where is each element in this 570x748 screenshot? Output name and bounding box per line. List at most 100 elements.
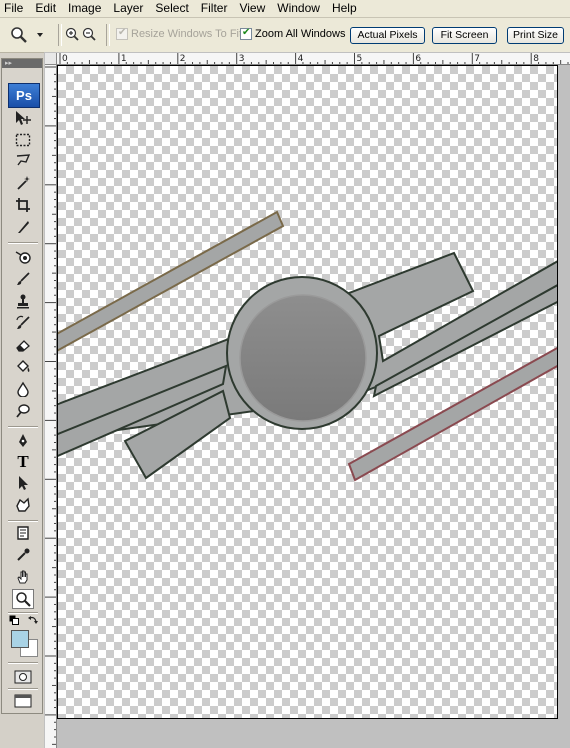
image-canvas[interactable]: [57, 65, 558, 719]
toolbox-divider: [8, 662, 38, 664]
hand-icon: [17, 570, 28, 584]
notes-tool[interactable]: [12, 523, 34, 543]
magic-wand-tool[interactable]: [12, 173, 34, 193]
eraser-tool[interactable]: [12, 335, 34, 355]
zoom-in-icon: [65, 27, 79, 41]
move-tool[interactable]: [12, 108, 34, 128]
ruler-label: 3: [239, 54, 245, 64]
dodge-tool[interactable]: [12, 401, 34, 421]
toolbox-divider: [8, 426, 38, 428]
zoom-tool[interactable]: [12, 589, 34, 609]
zoom-icon: [16, 592, 31, 607]
menu-window[interactable]: Window: [271, 0, 326, 17]
screen-mode-button[interactable]: [12, 691, 34, 711]
zoom-out-icon: [82, 27, 96, 41]
custom-shape-tool[interactable]: [12, 495, 34, 515]
menu-edit[interactable]: Edit: [29, 0, 62, 17]
foreground-color-swatch[interactable]: [11, 630, 29, 648]
fit-screen-button[interactable]: Fit Screen: [432, 27, 497, 44]
quick-mask-mode-button[interactable]: [12, 667, 34, 687]
zoom-out-button[interactable]: [82, 27, 96, 41]
lasso-tool[interactable]: [12, 151, 34, 171]
zoom-in-button[interactable]: [65, 27, 79, 41]
ruler-label: 2: [180, 54, 186, 64]
eyedropper-icon: [17, 548, 30, 561]
options-bar: ✔ Resize Windows To Fit ✔ Zoom All Windo…: [0, 18, 570, 53]
blur-icon: [17, 381, 29, 397]
lasso-icon: [16, 154, 31, 166]
menu-select[interactable]: Select: [149, 0, 194, 17]
menu-image[interactable]: Image: [62, 0, 107, 17]
ruler-label: 0: [62, 54, 68, 64]
crop-tool[interactable]: [12, 195, 34, 215]
notes-icon: [17, 526, 29, 540]
check-icon: ✔: [242, 27, 251, 38]
marquee-tool[interactable]: [12, 130, 34, 150]
checkbox-box: ✔: [240, 27, 252, 40]
options-separator: [106, 24, 110, 46]
marquee-icon: [15, 133, 31, 147]
ruler-label: 8: [533, 54, 539, 64]
history-brush-tool[interactable]: [12, 313, 34, 333]
ruler-label: 5: [357, 54, 363, 64]
print-size-button[interactable]: Print Size: [507, 27, 564, 44]
toolbox-grip[interactable]: ▸▸: [2, 59, 42, 68]
menu-help[interactable]: Help: [326, 0, 363, 17]
center-circle: [239, 294, 367, 422]
ruler-origin[interactable]: [45, 53, 57, 65]
toolbox-divider: [8, 612, 38, 614]
move-icon: [16, 111, 31, 125]
tool-preset-picker[interactable]: [10, 24, 50, 46]
ruler-label: 1: [121, 54, 127, 64]
eyedropper-tool[interactable]: [12, 545, 34, 565]
resize-windows-label: Resize Windows To Fit: [131, 28, 243, 40]
path-selection-icon: [19, 476, 28, 490]
ruler-ticks: 0 1 2 3 4 5 6 7 8: [59, 53, 569, 64]
artwork: [58, 210, 557, 482]
pen-icon: [19, 434, 27, 447]
menu-view[interactable]: View: [233, 0, 271, 17]
menu-file[interactable]: File: [0, 0, 29, 17]
eraser-icon: [16, 340, 30, 352]
ruler-ticks: [45, 66, 56, 745]
type-tool[interactable]: T: [12, 452, 34, 472]
swap-colors-icon[interactable]: [27, 615, 39, 625]
check-icon: ✔: [118, 27, 127, 38]
menu-layer[interactable]: Layer: [107, 0, 149, 17]
crop-icon: [16, 198, 30, 212]
ruler-label: 4: [298, 54, 304, 64]
pen-tool[interactable]: [12, 431, 34, 451]
brush-icon: [17, 272, 30, 285]
menu-bar: File Edit Image Layer Select Filter View…: [0, 0, 570, 18]
healing-brush-tool[interactable]: [12, 247, 34, 267]
slice-tool[interactable]: [12, 217, 34, 237]
default-colors-icon[interactable]: [9, 615, 19, 625]
toolbox-divider: [8, 242, 38, 244]
brush-tool[interactable]: [12, 269, 34, 289]
options-separator: [58, 24, 62, 46]
menu-filter[interactable]: Filter: [195, 0, 234, 17]
toolbox: ▸▸ Ps T: [1, 58, 43, 714]
quick-mask-icon: [14, 670, 32, 684]
vertical-ruler[interactable]: [45, 65, 57, 748]
clone-stamp-tool[interactable]: [12, 291, 34, 311]
hand-tool[interactable]: [12, 567, 34, 587]
actual-pixels-button[interactable]: Actual Pixels: [350, 27, 425, 44]
horizontal-ruler[interactable]: 0 1 2 3 4 5 6 7 8: [57, 53, 570, 65]
resize-windows-checkbox[interactable]: ✔ Resize Windows To Fit: [116, 27, 243, 40]
ruler-label: 6: [415, 54, 421, 64]
blur-tool[interactable]: [12, 379, 34, 399]
paint-bucket-tool[interactable]: [12, 357, 34, 377]
slice-icon: [18, 221, 29, 233]
paint-bucket-icon: [17, 360, 30, 372]
dodge-icon: [16, 404, 30, 418]
toolbox-divider: [8, 520, 38, 522]
path-selection-tool[interactable]: [12, 473, 34, 493]
zoom-all-windows-label: Zoom All Windows: [255, 28, 346, 40]
ruler-label: 7: [474, 54, 480, 64]
zoom-all-windows-checkbox[interactable]: ✔ Zoom All Windows: [240, 27, 346, 40]
clone-stamp-icon: [17, 294, 29, 309]
toolbox-divider: [8, 688, 38, 690]
photoshop-logo[interactable]: Ps: [8, 83, 40, 108]
chevron-down-icon: [37, 33, 43, 37]
